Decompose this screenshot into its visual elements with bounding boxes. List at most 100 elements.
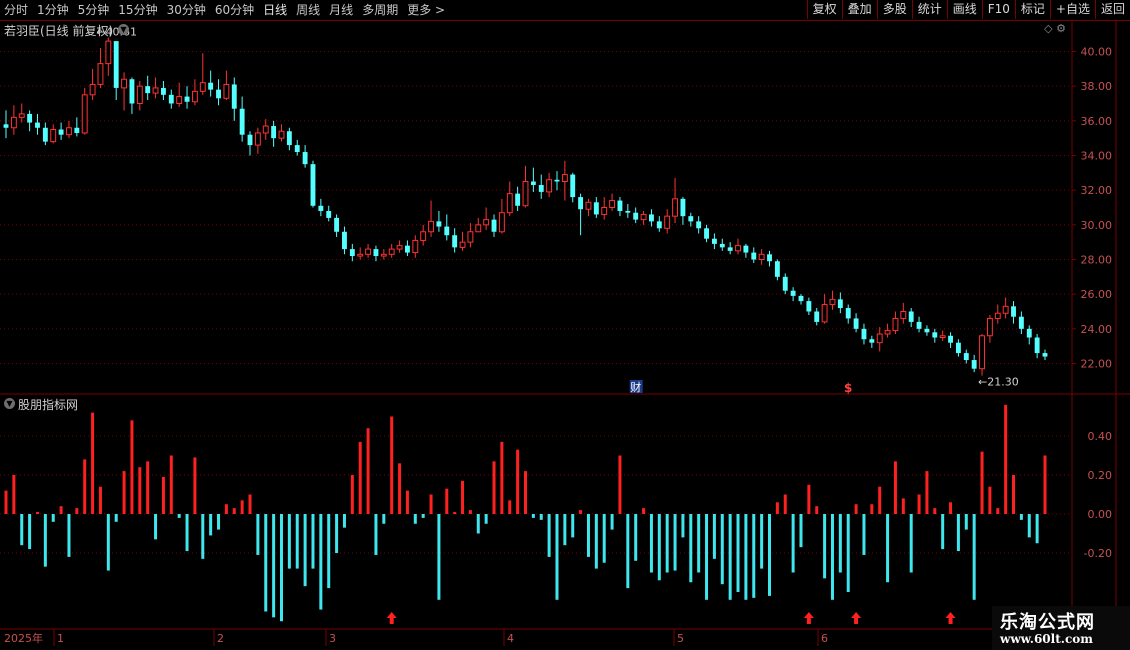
- candle-body: [758, 253, 765, 261]
- indicator-bar: [201, 514, 205, 559]
- toolbar-button-8[interactable]: 返回: [1094, 0, 1130, 19]
- candle-body: [648, 214, 654, 222]
- candle-body: [129, 79, 135, 104]
- indicator-bar: [799, 514, 803, 548]
- period-tab-1[interactable]: 1分钟: [33, 0, 74, 20]
- candle-body: [373, 249, 379, 257]
- candle-body: [428, 220, 434, 233]
- indicator-bar: [12, 475, 16, 514]
- indicator-bar: [358, 441, 362, 514]
- indicator-bar: [531, 514, 535, 518]
- indicator-bar: [429, 494, 433, 514]
- indicator-bar: [610, 514, 614, 530]
- toolbar-button-7[interactable]: +自选: [1049, 0, 1095, 19]
- indicator-bar: [956, 514, 960, 552]
- indicator-bar: [248, 494, 252, 514]
- indicator-bar: [177, 514, 181, 518]
- period-tab-6[interactable]: 日线: [259, 0, 292, 20]
- candle-body: [35, 122, 40, 128]
- title-dropdown-icon[interactable]: ▼: [118, 24, 129, 35]
- candle-body: [412, 239, 419, 254]
- price-tick-label: 40.00: [1081, 46, 1113, 59]
- indicator-bar: [75, 508, 79, 514]
- indicator-bar: [689, 514, 693, 583]
- indicator-bar: [51, 514, 55, 522]
- candle-body: [208, 82, 214, 90]
- candle-body: [884, 330, 891, 335]
- period-tab-3[interactable]: 15分钟: [114, 0, 162, 20]
- period-tab-2[interactable]: 5分钟: [74, 0, 115, 20]
- candle-body: [767, 254, 772, 262]
- candle-body: [1042, 353, 1048, 357]
- period-tab-0[interactable]: 分时: [0, 0, 33, 20]
- period-tab-10[interactable]: 更多 >: [403, 0, 450, 20]
- candle-body: [452, 235, 458, 248]
- period-tab-5[interactable]: 60分钟: [211, 0, 259, 20]
- candle-body: [798, 295, 804, 302]
- candle-body: [318, 205, 324, 211]
- indicator-bar: [768, 514, 772, 596]
- candle-body: [491, 219, 497, 232]
- toolbar-button-4[interactable]: 画线: [946, 0, 982, 19]
- toolbar-button-6[interactable]: 标记: [1014, 0, 1050, 19]
- indicator-bar: [130, 420, 134, 514]
- toolbar-button-1[interactable]: 叠加: [841, 0, 877, 19]
- toolbar-buttons: 复权 叠加 多股 统计 画线 F10 标记 +自选 返回: [806, 0, 1130, 20]
- candle-body: [814, 311, 820, 322]
- period-tab-9[interactable]: 多周期: [358, 0, 403, 20]
- diamond-settings-icon[interactable]: ◇ ⚙: [1044, 22, 1066, 35]
- indicator-bar: [712, 514, 716, 559]
- indicator-bar: [413, 514, 417, 524]
- candle-body: [633, 212, 639, 220]
- toolbar-button-5[interactable]: F10: [981, 0, 1015, 19]
- top-toolbar: 分时 1分钟 5分钟 15分钟 30分钟 60分钟 日线 周线 月线 多周期 更多 > 复权 叠加 多股…: [0, 0, 1130, 21]
- candle-body: [326, 210, 332, 218]
- indicator-bar: [555, 514, 559, 600]
- candle-body: [774, 261, 780, 277]
- period-tab-7[interactable]: 周线: [292, 0, 325, 20]
- candle-body: [396, 245, 403, 250]
- candle-body: [554, 179, 560, 182]
- candle-body: [310, 164, 316, 206]
- indicator-dropdown-icon[interactable]: ▼: [4, 398, 15, 409]
- candle-body: [578, 197, 584, 210]
- indicator-bar: [335, 514, 339, 553]
- indicator-bar: [775, 502, 779, 514]
- time-month-label: 6: [821, 632, 828, 645]
- period-tab-4[interactable]: 30分钟: [163, 0, 211, 20]
- indicator-bar: [382, 514, 386, 524]
- period-tab-8[interactable]: 月线: [325, 0, 358, 20]
- candle-body: [145, 86, 151, 94]
- toolbar-button-3[interactable]: 统计: [911, 0, 947, 19]
- candle-body: [334, 217, 340, 232]
- toolbar-button-0[interactable]: 复权: [806, 0, 842, 19]
- candle-body: [640, 213, 647, 221]
- watermark-title: 乐淘公式网: [1000, 612, 1095, 633]
- indicator-bar: [980, 451, 984, 514]
- toolbar-button-2[interactable]: 多股: [876, 0, 912, 19]
- candle-body: [900, 311, 907, 319]
- indicator-bar: [508, 500, 512, 514]
- indicator-bar: [823, 514, 827, 579]
- indicator-bar: [437, 514, 441, 600]
- candle-body: [152, 87, 159, 94]
- indicator-bar: [933, 508, 937, 514]
- indicator-bar: [342, 514, 346, 528]
- indicator-bar: [279, 514, 283, 622]
- candle-body: [727, 247, 733, 251]
- indicator-bar: [256, 514, 260, 555]
- candle-body: [231, 84, 237, 109]
- candle-body: [1002, 305, 1009, 314]
- price-tick-label: 32.00: [1081, 184, 1113, 197]
- kline-chart[interactable]: 40.0038.0036.0034.0032.0030.0028.0026.00…: [0, 21, 1130, 650]
- indicator-bar: [516, 449, 520, 514]
- candle-body: [561, 174, 568, 182]
- indicator-tick-label: 0.20: [1088, 469, 1113, 482]
- indicator-bar: [673, 514, 677, 571]
- indicator-tick-label: -0.20: [1084, 547, 1112, 560]
- indicator-bar: [736, 514, 740, 592]
- candle-body: [585, 201, 592, 210]
- indicator-bar: [1019, 514, 1023, 520]
- dollar-marker: $: [844, 381, 852, 395]
- candle-body: [971, 360, 977, 369]
